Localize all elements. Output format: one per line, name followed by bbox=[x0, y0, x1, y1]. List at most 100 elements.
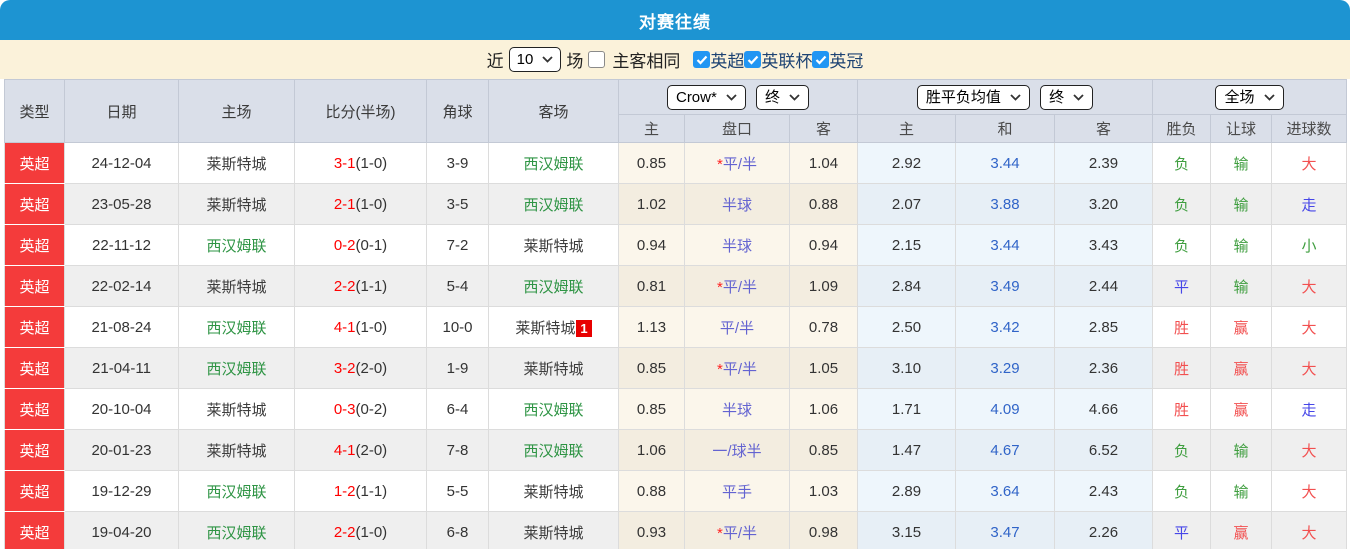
col-header-odds-away: 客 bbox=[790, 115, 858, 143]
table-row: 英超23-05-28莱斯特城2-1(1-0)3-5西汉姆联1.02半球0.882… bbox=[5, 184, 1347, 225]
result-winloss: 负 bbox=[1153, 143, 1211, 184]
match-date: 20-10-04 bbox=[65, 389, 179, 430]
avg-home: 2.84 bbox=[858, 266, 956, 307]
col-header-avg-home: 主 bbox=[858, 115, 956, 143]
result-goals: 大 bbox=[1272, 307, 1347, 348]
away-team: 西汉姆联 bbox=[489, 266, 619, 307]
avg-home: 3.15 bbox=[858, 512, 956, 549]
avg-draw: 4.67 bbox=[956, 430, 1055, 471]
odds-home: 0.85 bbox=[619, 143, 685, 184]
checkbox-checked-icon bbox=[744, 51, 761, 68]
table-row: 英超24-12-04莱斯特城3-1(1-0)3-9西汉姆联0.85*平/半1.0… bbox=[5, 143, 1347, 184]
avg-home: 2.07 bbox=[858, 184, 956, 225]
result-winloss: 负 bbox=[1153, 471, 1211, 512]
odds-away: 0.78 bbox=[790, 307, 858, 348]
avg-away: 2.26 bbox=[1055, 512, 1153, 549]
odds-home: 0.85 bbox=[619, 389, 685, 430]
league-checkbox-2[interactable]: 英冠 bbox=[812, 47, 863, 72]
col-header-winloss: 胜负 bbox=[1153, 115, 1211, 143]
avg-away: 6.52 bbox=[1055, 430, 1153, 471]
away-team: 西汉姆联 bbox=[489, 389, 619, 430]
match-date: 21-04-11 bbox=[65, 348, 179, 389]
odds-away: 0.88 bbox=[790, 184, 858, 225]
table-row: 英超22-11-12西汉姆联0-2(0-1)7-2莱斯特城0.94半球0.942… bbox=[5, 225, 1347, 266]
score: 3-1(1-0) bbox=[295, 143, 427, 184]
league-checkbox-1[interactable]: 英联杯 bbox=[744, 47, 812, 72]
odds-group-header: Crow* 终 bbox=[619, 80, 858, 115]
scope-group-header: 全场 bbox=[1153, 80, 1347, 115]
result-handicap: 输 bbox=[1211, 471, 1272, 512]
corner-count: 10-0 bbox=[427, 307, 489, 348]
avg-metric-select-value: 胜平负均值 bbox=[926, 88, 1001, 107]
col-header-odds-home: 主 bbox=[619, 115, 685, 143]
league-checkbox-0[interactable]: 英超 bbox=[693, 47, 744, 72]
same-venue-checkbox[interactable]: 主客相同 bbox=[588, 47, 680, 72]
result-winloss: 胜 bbox=[1153, 348, 1211, 389]
odds-away: 0.94 bbox=[790, 225, 858, 266]
result-goals: 大 bbox=[1272, 143, 1347, 184]
home-team: 西汉姆联 bbox=[179, 471, 295, 512]
league-label: 英联杯 bbox=[761, 47, 812, 72]
result-goals: 大 bbox=[1272, 512, 1347, 549]
league-type-badge: 英超 bbox=[5, 430, 65, 471]
same-venue-label: 主客相同 bbox=[612, 47, 680, 72]
col-header-avg-draw: 和 bbox=[956, 115, 1055, 143]
filter-bar: 近 10 场 主客相同 英超英联杯英冠 bbox=[0, 40, 1350, 79]
avg-state-select-value: 终 bbox=[1049, 88, 1064, 107]
col-header-home: 主场 bbox=[179, 80, 295, 143]
check-icon bbox=[747, 55, 759, 65]
home-team: 莱斯特城 bbox=[179, 430, 295, 471]
odds-handicap: 平/半 bbox=[685, 307, 790, 348]
avg-draw: 3.88 bbox=[956, 184, 1055, 225]
result-handicap: 输 bbox=[1211, 225, 1272, 266]
avg-home: 2.50 bbox=[858, 307, 956, 348]
result-goals: 大 bbox=[1272, 348, 1347, 389]
chevron-down-icon bbox=[1264, 94, 1275, 101]
col-header-away: 客场 bbox=[489, 80, 619, 143]
avg-away: 2.85 bbox=[1055, 307, 1153, 348]
score: 4-1(2-0) bbox=[295, 430, 427, 471]
avg-metric-select[interactable]: 胜平负均值 bbox=[917, 85, 1030, 110]
match-date: 20-01-23 bbox=[65, 430, 179, 471]
result-goals: 大 bbox=[1272, 266, 1347, 307]
away-team: 莱斯特城1 bbox=[489, 307, 619, 348]
league-type-badge: 英超 bbox=[5, 225, 65, 266]
odds-handicap: *平/半 bbox=[685, 266, 790, 307]
chevron-down-icon bbox=[789, 94, 800, 101]
odds-handicap: *平/半 bbox=[685, 143, 790, 184]
result-winloss: 平 bbox=[1153, 512, 1211, 549]
home-team: 西汉姆联 bbox=[179, 348, 295, 389]
table-row: 英超21-04-11西汉姆联3-2(2-0)1-9莱斯特城0.85*平/半1.0… bbox=[5, 348, 1347, 389]
recent-count-select[interactable]: 10 bbox=[509, 47, 562, 72]
odds-handicap: *平/半 bbox=[685, 348, 790, 389]
odds-home: 0.94 bbox=[619, 225, 685, 266]
home-team: 西汉姆联 bbox=[179, 307, 295, 348]
chevron-down-icon bbox=[1073, 94, 1084, 101]
match-date: 19-04-20 bbox=[65, 512, 179, 549]
avg-away: 2.43 bbox=[1055, 471, 1153, 512]
avg-state-select[interactable]: 终 bbox=[1040, 85, 1093, 110]
match-scope-select-value: 全场 bbox=[1224, 88, 1254, 107]
odds-home: 1.06 bbox=[619, 430, 685, 471]
avg-home: 2.15 bbox=[858, 225, 956, 266]
table-row: 英超19-04-20西汉姆联2-2(1-0)6-8莱斯特城0.93*平/半0.9… bbox=[5, 512, 1347, 549]
corner-count: 6-4 bbox=[427, 389, 489, 430]
matches-label: 场 bbox=[566, 47, 583, 72]
match-scope-select[interactable]: 全场 bbox=[1215, 85, 1283, 110]
match-date: 22-02-14 bbox=[65, 266, 179, 307]
result-winloss: 负 bbox=[1153, 225, 1211, 266]
table-row: 英超20-01-23莱斯特城4-1(2-0)7-8西汉姆联1.06一/球半0.8… bbox=[5, 430, 1347, 471]
bookmaker-select[interactable]: Crow* bbox=[667, 85, 746, 110]
score: 2-2(1-1) bbox=[295, 266, 427, 307]
away-team: 莱斯特城 bbox=[489, 225, 619, 266]
avg-away: 2.39 bbox=[1055, 143, 1153, 184]
col-header-score: 比分(半场) bbox=[295, 80, 427, 143]
red-card-badge: 1 bbox=[576, 320, 591, 337]
odds-handicap: *平/半 bbox=[685, 512, 790, 549]
odds-state-select[interactable]: 终 bbox=[756, 85, 809, 110]
result-winloss: 胜 bbox=[1153, 307, 1211, 348]
avg-away: 2.36 bbox=[1055, 348, 1153, 389]
odds-home: 0.93 bbox=[619, 512, 685, 549]
corner-count: 3-5 bbox=[427, 184, 489, 225]
match-date: 22-11-12 bbox=[65, 225, 179, 266]
